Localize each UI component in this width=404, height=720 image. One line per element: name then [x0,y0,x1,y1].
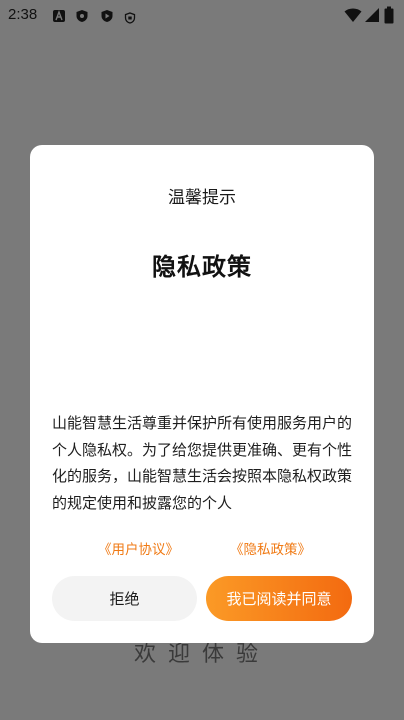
cellular-signal-icon [364,7,380,27]
reject-button[interactable]: 拒绝 [52,576,197,621]
battery-icon [384,6,394,28]
user-agreement-link[interactable]: 《用户协议》 [98,538,179,558]
play-protect-icon [100,8,114,22]
a-notification-icon [52,8,66,22]
privacy-policy-link[interactable]: 《隐私政策》 [230,538,311,558]
dialog-title: 隐私政策 [152,253,252,281]
small-shield-icon [124,9,136,24]
dialog-subtitle: 温馨提示 [168,188,236,208]
privacy-policy-text[interactable]: 山能智慧生活尊重并保护所有使用服务用户的个人隐私权。为了给您提供更准确、更有个性… [52,410,352,516]
policy-links: 《用户协议》 《隐私政策》 [30,538,374,558]
wifi-icon [344,7,362,27]
status-bar: 2:38 [0,0,404,32]
status-time: 2:38 [8,6,38,23]
shield-icon [75,8,89,22]
privacy-dialog: 温馨提示 隐私政策 山能智慧生活尊重并保护所有使用服务用户的个人隐私权。为了给您… [30,145,374,643]
agree-button[interactable]: 我已阅读并同意 [206,576,352,621]
